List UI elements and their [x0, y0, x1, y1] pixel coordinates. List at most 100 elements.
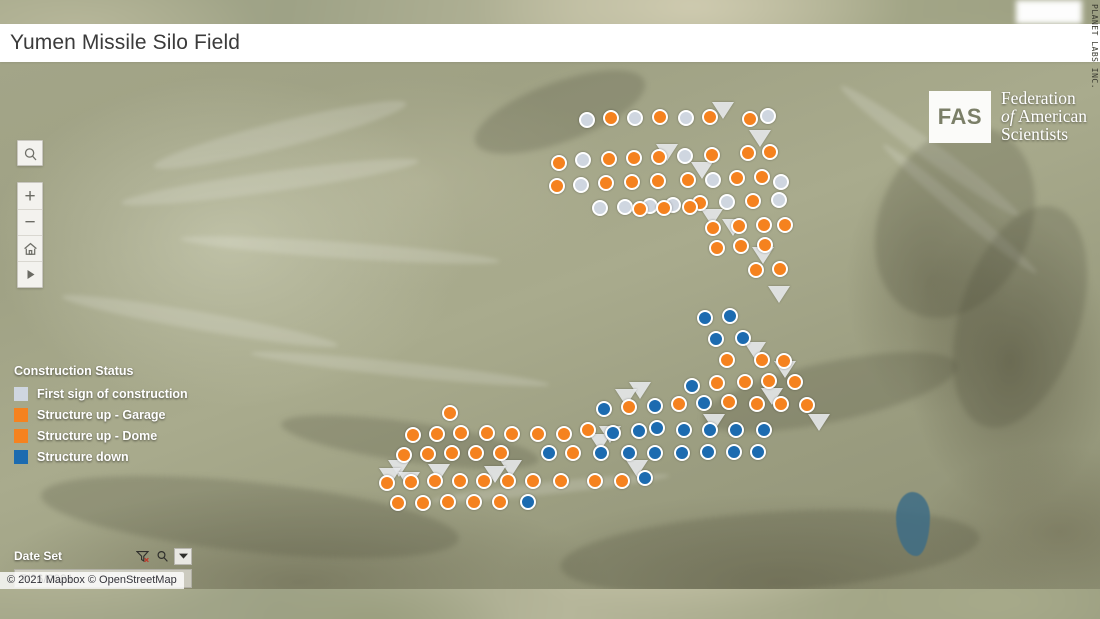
silo-marker-garage[interactable]: [476, 473, 492, 489]
silo-marker-down[interactable]: [541, 445, 557, 461]
silo-marker-garage[interactable]: [709, 240, 725, 256]
silo-marker-gray[interactable]: [627, 110, 643, 126]
silo-marker-garage[interactable]: [553, 473, 569, 489]
silo-marker-gray[interactable]: [678, 110, 694, 126]
silo-marker-garage[interactable]: [650, 173, 666, 189]
silo-marker-garage[interactable]: [468, 445, 484, 461]
search-icon[interactable]: [18, 141, 42, 167]
silo-marker-garage[interactable]: [466, 494, 482, 510]
silo-marker-garage[interactable]: [551, 155, 567, 171]
silo-marker-garage[interactable]: [504, 426, 520, 442]
silo-marker-garage[interactable]: [415, 495, 431, 511]
silo-marker-garage[interactable]: [493, 445, 509, 461]
map-canvas[interactable]: + − Construction Status First sign of co…: [0, 62, 1100, 589]
silo-marker-garage[interactable]: [756, 217, 772, 233]
silo-marker-garage[interactable]: [626, 150, 642, 166]
legend-item-first-sign[interactable]: First sign of construction: [14, 383, 188, 404]
silo-marker-down[interactable]: [649, 420, 665, 436]
silo-marker-garage[interactable]: [442, 405, 458, 421]
legend-item-structure-up-garage[interactable]: Structure up - Garage: [14, 404, 188, 425]
silo-marker-down[interactable]: [647, 445, 663, 461]
silo-marker-garage[interactable]: [742, 111, 758, 127]
silo-marker-garage[interactable]: [709, 375, 725, 391]
silo-marker-garage[interactable]: [405, 427, 421, 443]
map-search-control[interactable]: [17, 140, 43, 166]
silo-marker-garage[interactable]: [745, 193, 761, 209]
silo-marker-down[interactable]: [722, 308, 738, 324]
silo-marker-garage[interactable]: [777, 217, 793, 233]
silo-marker-down[interactable]: [684, 378, 700, 394]
silo-marker-garage[interactable]: [452, 473, 468, 489]
silo-marker-gray[interactable]: [760, 108, 776, 124]
silo-marker-garage[interactable]: [420, 446, 436, 462]
silo-marker-gray[interactable]: [592, 200, 608, 216]
silo-marker-garage[interactable]: [429, 426, 445, 442]
silo-marker-garage[interactable]: [453, 425, 469, 441]
silo-marker-garage[interactable]: [671, 396, 687, 412]
silo-marker-down[interactable]: [647, 398, 663, 414]
silo-marker-down[interactable]: [708, 331, 724, 347]
silo-marker-down[interactable]: [697, 310, 713, 326]
home-button[interactable]: [18, 235, 42, 261]
silo-marker-garage[interactable]: [680, 172, 696, 188]
silo-marker-down[interactable]: [621, 445, 637, 461]
silo-marker-garage[interactable]: [740, 145, 756, 161]
silo-marker-garage[interactable]: [652, 109, 668, 125]
silo-marker-down[interactable]: [605, 425, 621, 441]
silo-marker-gray[interactable]: [579, 112, 595, 128]
silo-marker-garage[interactable]: [556, 426, 572, 442]
silo-marker-garage[interactable]: [656, 200, 672, 216]
silo-marker-garage[interactable]: [614, 473, 630, 489]
silo-marker-garage[interactable]: [737, 374, 753, 390]
silo-marker-gray[interactable]: [617, 199, 633, 215]
zoom-in-button[interactable]: +: [18, 183, 42, 209]
silo-marker-garage[interactable]: [749, 396, 765, 412]
silo-marker-garage[interactable]: [762, 144, 778, 160]
silo-marker-garage[interactable]: [721, 394, 737, 410]
silo-marker-garage[interactable]: [492, 494, 508, 510]
silo-marker-gray[interactable]: [719, 194, 735, 210]
silo-marker-garage[interactable]: [772, 261, 788, 277]
silo-marker-garage[interactable]: [757, 237, 773, 253]
silo-marker-gray[interactable]: [575, 152, 591, 168]
silo-marker-down[interactable]: [674, 445, 690, 461]
silo-marker-garage[interactable]: [565, 445, 581, 461]
silo-marker-garage[interactable]: [621, 399, 637, 415]
silo-marker-garage[interactable]: [761, 373, 777, 389]
silo-marker-garage[interactable]: [525, 473, 541, 489]
silo-marker-down[interactable]: [676, 422, 692, 438]
silo-marker-garage[interactable]: [444, 445, 460, 461]
silo-marker-gray[interactable]: [705, 172, 721, 188]
silo-marker-down[interactable]: [593, 445, 609, 461]
silo-marker-garage[interactable]: [682, 199, 698, 215]
silo-marker-garage[interactable]: [754, 169, 770, 185]
silo-marker-gray[interactable]: [771, 192, 787, 208]
silo-marker-garage[interactable]: [719, 352, 735, 368]
map-zoom-controls[interactable]: + −: [17, 182, 43, 288]
silo-marker-down[interactable]: [520, 494, 536, 510]
silo-marker-garage[interactable]: [632, 201, 648, 217]
silo-marker-garage[interactable]: [773, 396, 789, 412]
silo-marker-garage[interactable]: [651, 149, 667, 165]
silo-marker-garage[interactable]: [396, 447, 412, 463]
silo-marker-garage[interactable]: [776, 353, 792, 369]
silo-marker-triangle[interactable]: [808, 414, 830, 431]
silo-marker-garage[interactable]: [731, 218, 747, 234]
silo-marker-garage[interactable]: [479, 425, 495, 441]
map-attribution[interactable]: © 2021 Mapbox © OpenStreetMap: [0, 572, 184, 589]
silo-marker-gray[interactable]: [573, 177, 589, 193]
silo-marker-down[interactable]: [750, 444, 766, 460]
silo-marker-garage[interactable]: [705, 220, 721, 236]
silo-marker-gray[interactable]: [773, 174, 789, 190]
silo-marker-garage[interactable]: [580, 422, 596, 438]
silo-marker-down[interactable]: [696, 395, 712, 411]
zoom-out-button[interactable]: −: [18, 209, 42, 235]
silo-marker-garage[interactable]: [799, 397, 815, 413]
legend-item-structure-up-dome[interactable]: Structure up - Dome: [14, 425, 188, 446]
silo-marker-garage[interactable]: [601, 151, 617, 167]
silo-marker-garage[interactable]: [598, 175, 614, 191]
silo-marker-gray[interactable]: [677, 148, 693, 164]
silo-marker-garage[interactable]: [427, 473, 443, 489]
silo-marker-down[interactable]: [728, 422, 744, 438]
silo-marker-garage[interactable]: [624, 174, 640, 190]
